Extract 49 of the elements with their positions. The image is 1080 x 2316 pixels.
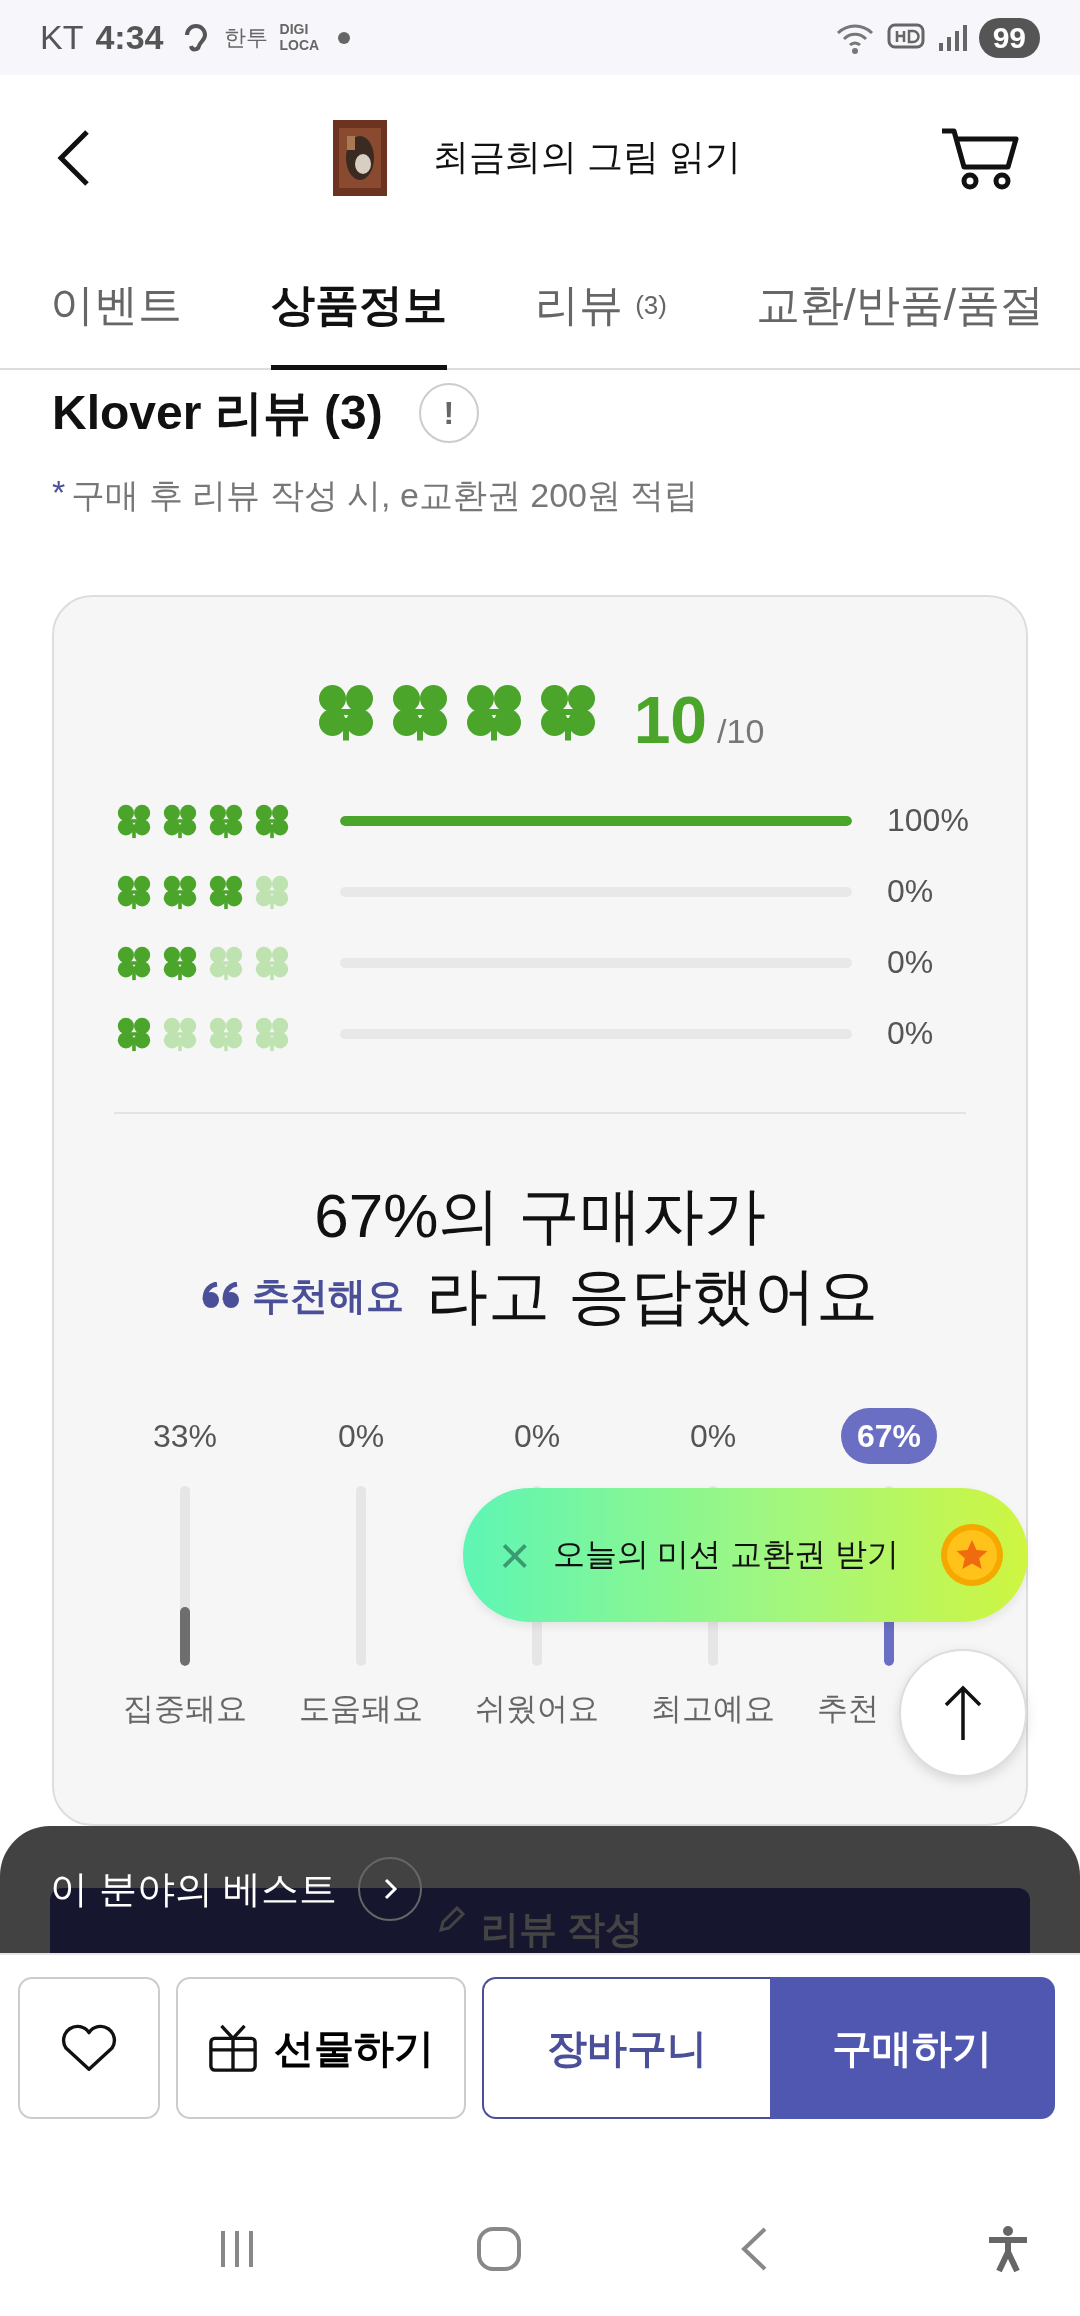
rating-percent: 100% [887,802,969,839]
info-button[interactable]: ! [418,383,479,443]
keyword-label: 집중돼요 [123,1690,247,1728]
signal-icon [936,22,967,53]
recommend-headline: 67%의 구매자가 [313,1180,767,1252]
tab[interactable]: 리뷰 (3) [535,240,667,370]
dot-icon [337,31,350,44]
home-icon[interactable] [476,2226,522,2272]
coin-icon [940,1523,1004,1587]
tab[interactable]: 상품정보 [270,240,447,370]
keyword-percent: 0% [689,1417,737,1456]
keyword-percent: 0% [513,1417,561,1456]
wishlist-button[interactable] [18,1977,160,2119]
rating-percent: 0% [887,944,934,981]
tab[interactable]: 교환/반품/품절 [755,240,1044,370]
keyword-percent: 33% [152,1417,217,1456]
clock: 4:34 [95,18,164,57]
keyword-label: 도움돼요 [299,1690,423,1728]
notification-label: 한투 [223,26,268,49]
section-title: Klover 리뷰 (3) [52,385,383,441]
reward-note: 구매 후 리뷰 작성 시, e교환권 200원 적립 [71,475,699,516]
pencil-icon [436,1904,467,1934]
back-nav-icon[interactable] [739,2226,769,2272]
product-title: 최금희의 그림 읽기 [433,135,742,179]
rating-percent: 0% [887,873,934,910]
tab[interactable]: 이벤트 [50,240,182,370]
keyword-label: 쉬웠어요 [475,1690,599,1728]
keyword-label: 추천 [817,1690,879,1728]
chevron-button[interactable] [357,1856,424,1922]
mission-popup[interactable]: × 오늘의 미션 교환권 받기 [463,1488,1028,1622]
note-mark: * [52,473,66,513]
gift-icon [208,2023,258,2073]
gift-button[interactable]: 선물하기 [176,1977,466,2119]
accessibility-icon[interactable] [986,2225,1030,2273]
scroll-top-button[interactable] [898,1648,1028,1778]
battery-level: 99 [978,17,1040,58]
keyword-label: 최고예요 [651,1690,775,1728]
mission-text: 오늘의 미션 교환권 받기 [552,1535,901,1574]
carrier-name: KT [40,18,84,57]
buy-button[interactable]: 구매하기 [769,1977,1055,2119]
rating-max: /10 [717,712,765,751]
keyword-percent: 0% [337,1417,385,1456]
recommend-tag: 추천해요 [252,1270,405,1322]
heart-icon [60,2023,118,2073]
add-to-cart-button[interactable]: 장바구니 [482,1977,770,2119]
recommend-text: 라고 응답했어요 [426,1260,878,1332]
rating-score: 10 [633,682,708,758]
percent-bubble: 67% [840,1408,937,1464]
rating-percent: 0% [887,1015,934,1052]
